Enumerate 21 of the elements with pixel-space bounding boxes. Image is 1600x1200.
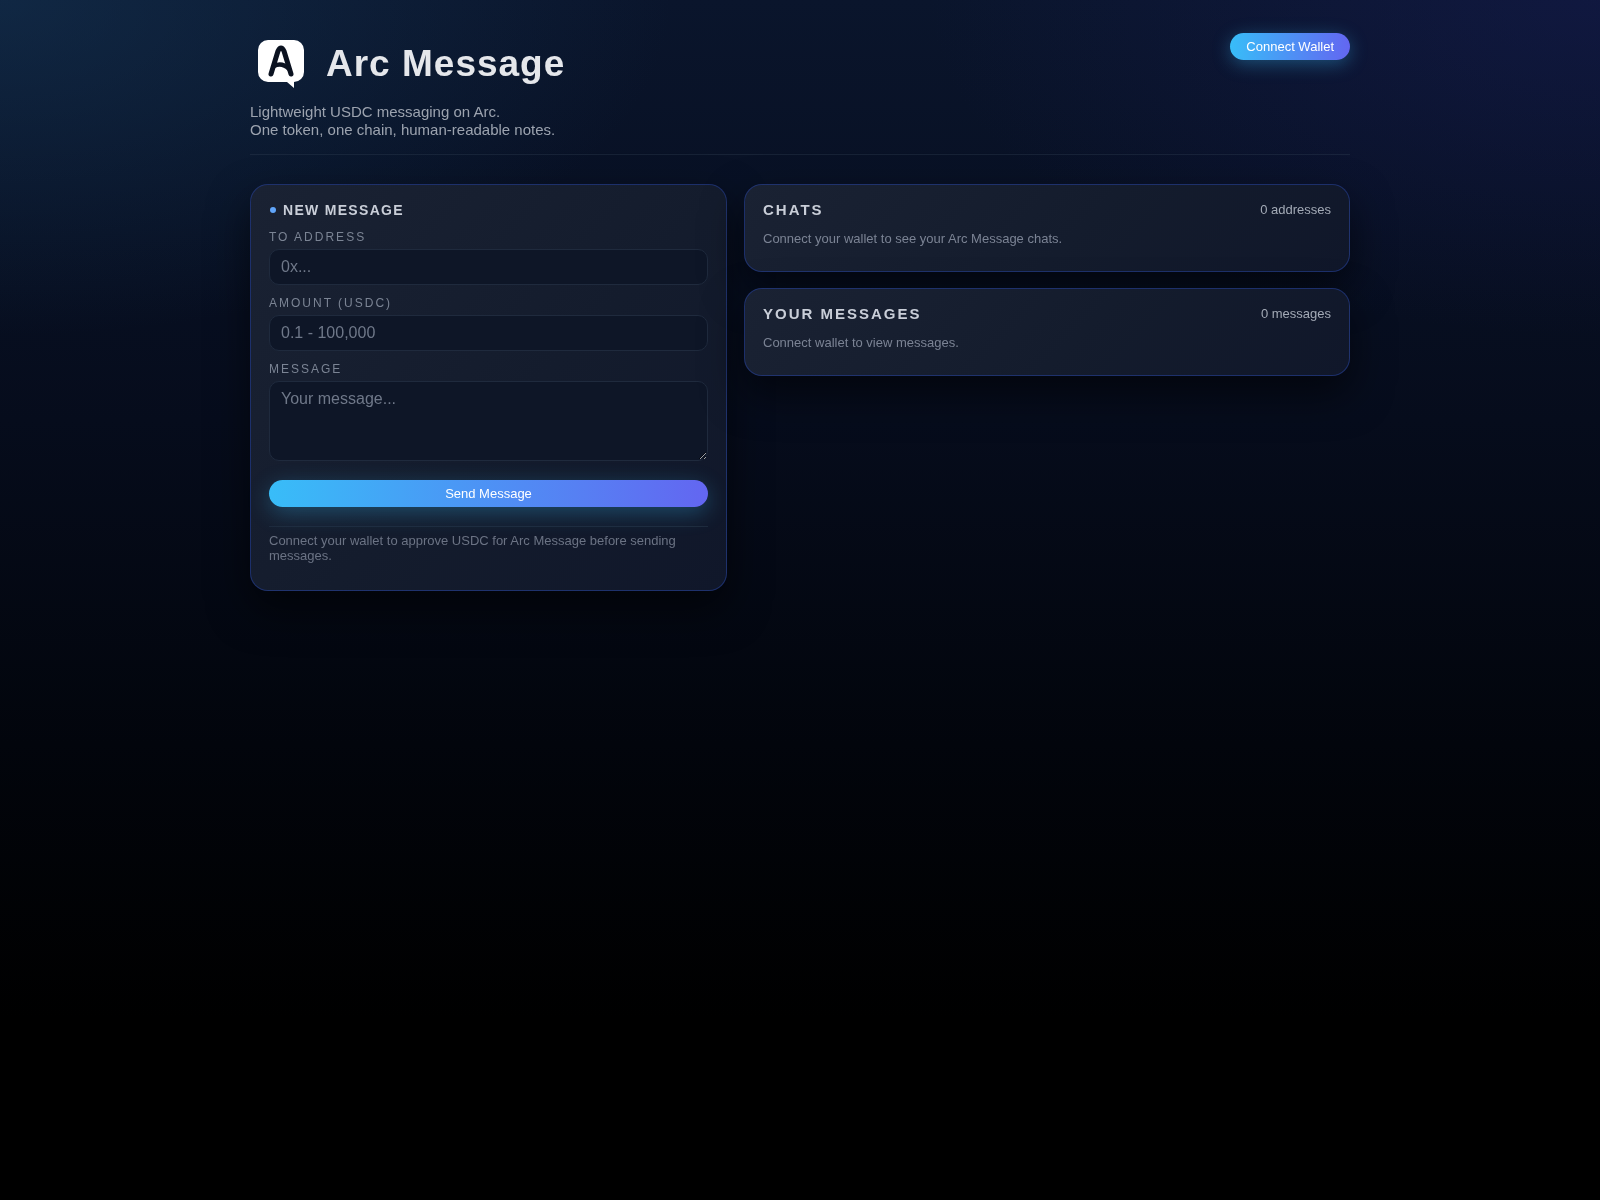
panel-title: NEW MESSAGE <box>283 201 404 219</box>
connect-wallet-button[interactable]: Connect Wallet <box>1230 33 1350 60</box>
panel-title: YOUR MESSAGES <box>763 305 922 323</box>
app-title: Arc Message <box>326 42 566 86</box>
send-message-button[interactable]: Send Message <box>269 480 708 507</box>
panel-title: CHATS <box>763 201 824 219</box>
field-label: TO ADDRESS <box>269 230 367 244</box>
empty-state-text: Connect wallet to view messages. <box>763 335 960 351</box>
logo-icon <box>258 40 304 88</box>
field-label: MESSAGE <box>269 362 343 376</box>
helper-text: Connect your wallet to approve USDC for Arc Message before sending messages. <box>269 533 677 563</box>
input-field[interactable]: 0.1 - 100,000 <box>269 315 708 351</box>
field-label: AMOUNT (USDC) <box>269 296 393 310</box>
empty-state-text: Connect your wallet to see your Arc Message chats. <box>763 231 1064 247</box>
input-field[interactable]: 0x... <box>269 249 708 285</box>
dot-icon <box>270 207 276 213</box>
tagline-text: One token, one chain, human-readable notes. <box>250 121 557 139</box>
count-text: 0 messages <box>1260 306 1331 322</box>
message-textarea[interactable]: Your message... <box>269 381 708 461</box>
tagline-text: Lightweight USDC messaging on Arc. <box>250 103 502 121</box>
count-text: 0 addresses <box>1260 202 1331 218</box>
